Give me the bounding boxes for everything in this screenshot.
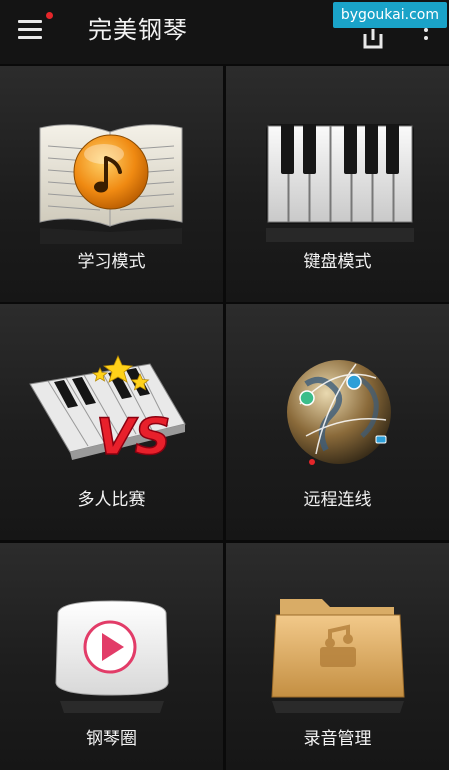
tile-piano-circle[interactable]: 钢琴圈 (0, 543, 223, 770)
notification-dot (46, 12, 53, 19)
globe-network-icon (287, 360, 391, 465)
mode-grid: 学习模式 键盘模式 VS 多人比赛 远程连线 钢琴圈 录音管理 (0, 64, 449, 770)
tile-label: 多人比赛 (77, 490, 146, 510)
folder-icon (271, 599, 405, 713)
tile-label: 键盘模式 (303, 252, 372, 272)
svg-text:VS: VS (96, 408, 171, 466)
tile-remote-connect[interactable]: 远程连线 (226, 304, 449, 540)
menu-icon-line (18, 36, 42, 39)
play-circle-icon (55, 600, 169, 713)
tile-label: 录音管理 (303, 729, 372, 749)
tile-label: 学习模式 (77, 252, 146, 272)
menu-button[interactable] (18, 12, 53, 42)
share-button[interactable] (360, 28, 386, 50)
menu-icon (18, 20, 42, 23)
watermark-badge: bygoukai.com (332, 2, 447, 28)
top-app-bar: 完美钢琴 bygoukai.com (0, 0, 449, 64)
tile-keyboard-mode[interactable]: 键盘模式 (226, 66, 449, 302)
app-title: 完美钢琴 (88, 16, 188, 44)
more-vertical-icon-dot (424, 36, 428, 40)
piano-keys-icon (266, 124, 414, 242)
music-book-icon (39, 124, 183, 244)
more-vertical-icon (424, 28, 428, 32)
menu-icon-line (18, 28, 42, 31)
tile-multiplayer-match[interactable]: VS 多人比赛 (0, 304, 223, 540)
tile-learning-mode[interactable]: 学习模式 (0, 66, 223, 302)
tile-label: 钢琴圈 (86, 729, 137, 749)
share-icon (363, 29, 383, 49)
vs-battle-icon: VS (29, 355, 186, 467)
tile-recording-manager[interactable]: 录音管理 (226, 543, 449, 770)
tile-label: 远程连线 (303, 490, 372, 510)
more-options-button[interactable] (420, 28, 432, 50)
